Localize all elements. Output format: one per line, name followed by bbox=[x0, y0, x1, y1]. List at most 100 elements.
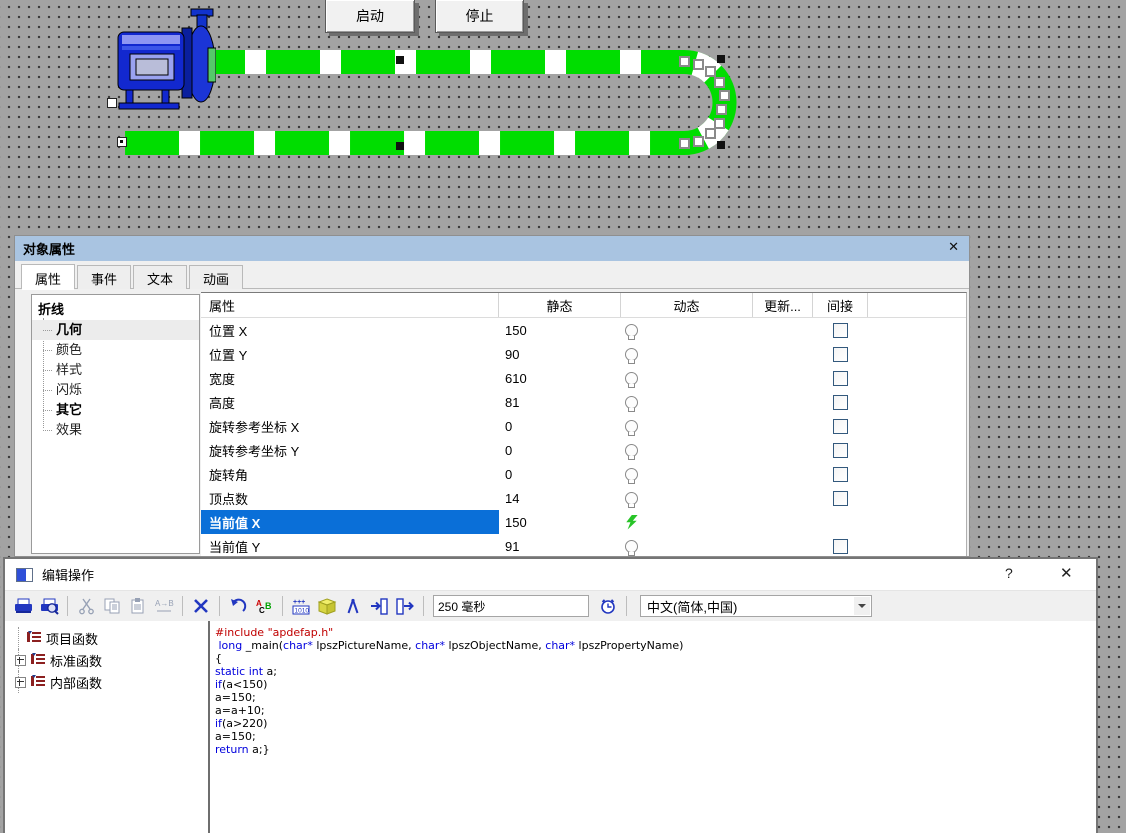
tree-item[interactable]: 效果 bbox=[32, 420, 199, 440]
bulb-icon[interactable] bbox=[625, 420, 638, 433]
lightning-bolt-icon[interactable] bbox=[625, 515, 638, 530]
tree-item[interactable]: 其它 bbox=[32, 400, 199, 420]
indirect-checkbox[interactable] bbox=[833, 347, 848, 362]
property-name[interactable]: 旋转角 bbox=[201, 462, 499, 486]
vertex-handle[interactable] bbox=[705, 66, 716, 77]
indirect-checkbox[interactable] bbox=[833, 539, 848, 554]
selection-handle[interactable] bbox=[107, 98, 117, 108]
bulb-icon[interactable] bbox=[625, 396, 638, 409]
close-icon[interactable]: ✕ bbox=[948, 239, 959, 255]
indirect-checkbox[interactable] bbox=[833, 371, 848, 386]
undo-icon[interactable] bbox=[226, 595, 250, 617]
bulb-icon[interactable] bbox=[625, 348, 638, 361]
function-tree-item[interactable]: 标准函数 bbox=[5, 649, 208, 671]
indirect-checkbox[interactable] bbox=[833, 395, 848, 410]
property-row[interactable]: 旋转参考坐标 X0 bbox=[201, 414, 966, 438]
indirect-checkbox[interactable] bbox=[833, 467, 848, 482]
static-value[interactable]: 610 bbox=[499, 366, 621, 390]
property-row[interactable]: 高度81 bbox=[201, 390, 966, 414]
bulb-icon[interactable] bbox=[625, 468, 638, 481]
static-value[interactable]: 0 bbox=[499, 462, 621, 486]
selection-handle[interactable] bbox=[717, 141, 725, 149]
property-name[interactable]: 位置 Y bbox=[201, 342, 499, 366]
tree-root-polyline[interactable]: 折线 bbox=[32, 295, 199, 320]
tree-item[interactable]: 样式 bbox=[32, 360, 199, 380]
chevron-down-icon[interactable] bbox=[854, 597, 870, 615]
replace-icon[interactable]: A→B bbox=[152, 595, 176, 617]
property-row[interactable]: 旋转角0 bbox=[201, 462, 966, 486]
property-name[interactable]: 当前值 X bbox=[201, 510, 499, 534]
selection-handle[interactable] bbox=[396, 56, 404, 64]
object-cube-icon[interactable] bbox=[315, 595, 339, 617]
property-name[interactable]: 位置 X bbox=[201, 318, 499, 342]
bulb-icon[interactable] bbox=[625, 492, 638, 505]
static-value[interactable]: 90 bbox=[499, 342, 621, 366]
tree-item[interactable]: 颜色 bbox=[32, 340, 199, 360]
static-value[interactable]: 150 bbox=[499, 318, 621, 342]
language-select[interactable]: 中文(简体,中国) bbox=[640, 595, 872, 617]
function-tree-item[interactable]: 项目函数 bbox=[5, 627, 208, 649]
print-icon[interactable] bbox=[11, 595, 35, 617]
static-value[interactable]: 0 bbox=[499, 414, 621, 438]
expand-icon[interactable] bbox=[15, 677, 26, 688]
clock-icon[interactable] bbox=[596, 595, 620, 617]
static-value[interactable]: 14 bbox=[499, 486, 621, 510]
tree-item[interactable]: 几何 bbox=[32, 320, 199, 340]
static-value[interactable]: 150 bbox=[499, 510, 621, 534]
code-editor[interactable]: #include "apdefap.h" long _main(char* lp… bbox=[210, 621, 1096, 833]
property-row[interactable]: 旋转参考坐标 Y0 bbox=[201, 438, 966, 462]
column-header-indirect[interactable]: 间接 bbox=[813, 293, 868, 317]
bulb-icon[interactable] bbox=[625, 372, 638, 385]
vertex-handle[interactable] bbox=[679, 138, 690, 149]
vertex-handle[interactable] bbox=[719, 90, 730, 101]
indirect-checkbox[interactable] bbox=[833, 443, 848, 458]
indirect-checkbox[interactable] bbox=[833, 419, 848, 434]
property-row[interactable]: 位置 Y90 bbox=[201, 342, 966, 366]
tab-0[interactable]: 属性 bbox=[21, 264, 75, 289]
bulb-icon[interactable] bbox=[625, 444, 638, 457]
property-row[interactable]: 当前值 Y91 bbox=[201, 534, 966, 558]
pump-graphic[interactable] bbox=[104, 6, 216, 110]
import-icon[interactable] bbox=[367, 595, 391, 617]
property-name[interactable]: 高度 bbox=[201, 390, 499, 414]
vertex-handle[interactable] bbox=[117, 137, 127, 147]
column-header-property[interactable]: 属性 bbox=[201, 293, 499, 317]
cut-icon[interactable] bbox=[74, 595, 98, 617]
vertex-handle[interactable] bbox=[693, 59, 704, 70]
close-icon[interactable]: ✕ bbox=[1060, 564, 1073, 582]
static-value[interactable]: 91 bbox=[499, 534, 621, 558]
selection-handle[interactable] bbox=[396, 142, 404, 150]
selection-handle[interactable] bbox=[717, 55, 725, 63]
decimal-display-icon[interactable]: +++1010 bbox=[289, 595, 313, 617]
tab-2[interactable]: 文本 bbox=[133, 265, 187, 289]
vertex-handle[interactable] bbox=[714, 77, 725, 88]
vertex-handle[interactable] bbox=[679, 56, 690, 67]
property-name[interactable]: 顶点数 bbox=[201, 486, 499, 510]
property-row[interactable]: 顶点数14 bbox=[201, 486, 966, 510]
vertex-handle[interactable] bbox=[705, 128, 716, 139]
indirect-checkbox[interactable] bbox=[833, 323, 848, 338]
column-header-update[interactable]: 更新... bbox=[753, 293, 813, 317]
tree-item[interactable]: 闪烁 bbox=[32, 380, 199, 400]
property-name[interactable]: 当前值 Y bbox=[201, 534, 499, 558]
static-value[interactable]: 0 bbox=[499, 438, 621, 462]
column-header-dynamic[interactable]: 动态 bbox=[621, 293, 753, 317]
property-name[interactable]: 旋转参考坐标 Y bbox=[201, 438, 499, 462]
property-row[interactable]: 宽度610 bbox=[201, 366, 966, 390]
expand-icon[interactable] bbox=[15, 655, 26, 666]
property-row[interactable]: 当前值 X150 bbox=[201, 510, 966, 534]
copy-icon[interactable] bbox=[100, 595, 124, 617]
syntax-check-icon[interactable]: ACB bbox=[252, 595, 276, 617]
delete-icon[interactable] bbox=[189, 595, 213, 617]
help-icon[interactable]: ? bbox=[1005, 565, 1013, 581]
interval-input[interactable] bbox=[433, 595, 589, 617]
export-icon[interactable] bbox=[393, 595, 417, 617]
property-name[interactable]: 宽度 bbox=[201, 366, 499, 390]
vertex-handle[interactable] bbox=[693, 136, 704, 147]
paste-icon[interactable] bbox=[126, 595, 150, 617]
print-preview-icon[interactable] bbox=[37, 595, 61, 617]
bulb-icon[interactable] bbox=[625, 540, 638, 553]
bulb-icon[interactable] bbox=[625, 324, 638, 337]
property-name[interactable]: 旋转参考坐标 X bbox=[201, 414, 499, 438]
function-tree-item[interactable]: 内部函数 bbox=[5, 671, 208, 693]
